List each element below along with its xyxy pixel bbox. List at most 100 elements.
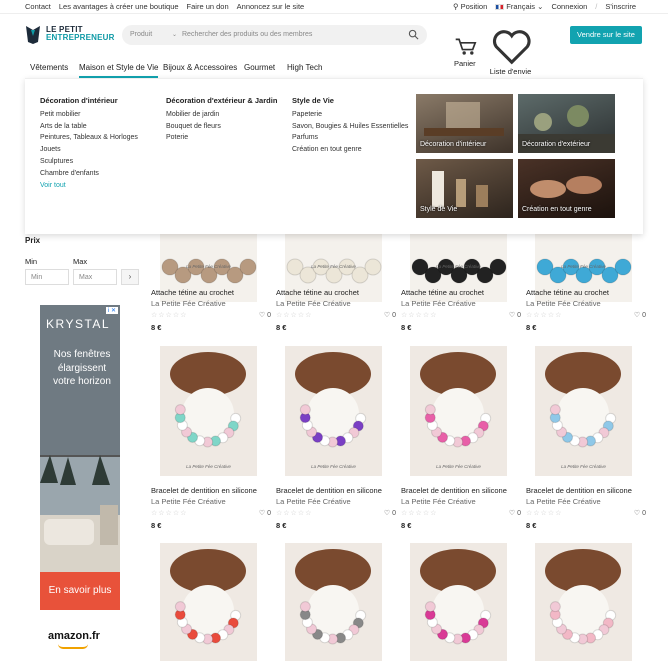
product-title[interactable]: Attache tétine au crochet <box>276 288 359 297</box>
max-price-input[interactable]: Max <box>73 269 117 285</box>
min-price-input[interactable]: Min <box>25 269 69 285</box>
favorite-button[interactable]: ♡ 0 <box>634 509 646 517</box>
apply-filter-button[interactable]: › <box>121 269 139 285</box>
shop-name[interactable]: La Petite Fée Créative <box>401 497 476 506</box>
tile-creation[interactable]: Création en tout genre <box>518 159 615 218</box>
menu-link[interactable]: Parfums <box>292 132 408 144</box>
ad-choices-icon[interactable]: i ✕ <box>105 307 118 314</box>
heart-icon: ♡ <box>383 510 393 517</box>
ad-banner[interactable]: i ✕ KRYSTAL Nos fenêtres élargissent vot… <box>40 305 120 661</box>
page: Contact Les avantages à créer une boutiq… <box>0 0 668 661</box>
separator: / <box>595 2 598 11</box>
ad-amazon-logo: amazon.fr <box>40 610 120 661</box>
site-logo[interactable]: LE PETIT ENTREPRENEUR <box>24 24 115 44</box>
favorite-button[interactable]: ♡ 0 <box>634 311 646 319</box>
menu-link[interactable]: Bouquet de fleurs <box>166 121 277 133</box>
heart-icon: ♡ <box>258 312 268 319</box>
position-link[interactable]: ⚲ Position <box>453 2 487 11</box>
image-watermark: La Petite Fée Créative <box>311 264 356 269</box>
tile-decoration-exterieur[interactable]: Décoration d'extérieur <box>518 94 615 153</box>
menu-link[interactable]: Arts de la table <box>40 121 138 133</box>
menu-column-title: Style de Vie <box>292 96 334 105</box>
like-count: 0 <box>392 510 396 517</box>
login-link[interactable]: Connexion <box>551 2 587 11</box>
menu-link[interactable]: Savon, Bougies & Huiles Essentielles <box>292 121 408 133</box>
favorite-button[interactable]: ♡ 0 <box>509 311 521 319</box>
nav-item-vetements[interactable]: Vêtements <box>30 63 68 72</box>
tile-style-de-vie[interactable]: Style de Vie <box>416 159 513 218</box>
tile-decoration-interieur[interactable]: Décoration d'intérieur <box>416 94 513 153</box>
product-price: 8 € <box>401 521 412 530</box>
product-title[interactable]: Bracelet de dentition en silicone <box>526 486 632 495</box>
nav-item-maison[interactable]: Maison et Style de Vie <box>79 63 159 78</box>
menu-column-title: Décoration d'intérieur <box>40 96 118 105</box>
menu-link[interactable]: Chambre d'enfants <box>40 168 138 180</box>
menu-column-exterieur: Décoration d'extérieur & Jardin Mobilier… <box>166 95 277 144</box>
menu-link[interactable]: Création en tout genre <box>292 144 408 156</box>
product-title[interactable]: Bracelet de dentition en silicone <box>401 486 507 495</box>
shop-name[interactable]: La Petite Fée Créative <box>526 497 601 506</box>
product-price: 8 € <box>151 323 162 332</box>
menu-link[interactable]: Sculptures <box>40 156 138 168</box>
product-image[interactable] <box>410 543 507 661</box>
product-image[interactable]: La Petite Fée Créative <box>160 346 257 476</box>
heart-icon: ♡ <box>258 510 268 517</box>
favorite-button[interactable]: ♡ 0 <box>509 509 521 517</box>
shop-name[interactable]: La Petite Fée Créative <box>526 299 601 308</box>
product-image[interactable]: La Petite Fée Créative <box>410 346 507 476</box>
menu-link[interactable]: Mobilier de jardin <box>166 109 277 121</box>
image-watermark: La Petite Fée Créative <box>561 464 606 469</box>
logo-line-2: ENTREPRENEUR <box>46 33 115 42</box>
contact-link[interactable]: Contact <box>25 2 51 11</box>
shop-name[interactable]: La Petite Fée Créative <box>401 299 476 308</box>
rating-stars: ☆☆☆☆☆ <box>276 510 313 517</box>
amazon-smile-icon <box>58 644 88 649</box>
search-bar: Produit ⌄ Rechercher des produits ou des… <box>122 25 427 45</box>
sell-button[interactable]: Vendre sur le site <box>570 26 642 44</box>
favorite-button[interactable]: ♡ 0 <box>259 311 271 319</box>
donate-link[interactable]: Faire un don <box>187 2 229 11</box>
chevron-down-icon: ⌄ <box>537 2 544 11</box>
search-input[interactable]: Rechercher des produits ou des membres <box>182 31 312 38</box>
shop-name[interactable]: La Petite Fée Créative <box>151 299 226 308</box>
like-count: 0 <box>642 312 646 319</box>
menu-link[interactable]: Peintures, Tableaux & Horloges <box>40 132 138 144</box>
language-select[interactable]: Français ⌄ <box>495 2 543 11</box>
product-photo <box>160 543 257 661</box>
advantages-link[interactable]: Les avantages à créer une boutique <box>59 2 179 11</box>
product-price: 8 € <box>276 521 287 530</box>
ad-cta-button[interactable]: En savoir plus <box>40 572 120 610</box>
nav-item-high-tech[interactable]: High Tech <box>287 63 322 72</box>
shop-name[interactable]: La Petite Fée Créative <box>276 299 351 308</box>
product-image[interactable] <box>285 543 382 661</box>
product-image[interactable] <box>535 543 632 661</box>
menu-link[interactable]: Jouets <box>40 144 138 156</box>
favorite-button[interactable]: ♡ 0 <box>384 311 396 319</box>
product-image[interactable]: La Petite Fée Créative <box>285 346 382 476</box>
header: LE PETIT ENTREPRENEUR Produit ⌄ Recherch… <box>0 16 668 76</box>
nav-item-gourmet[interactable]: Gourmet <box>244 63 275 72</box>
product-photo <box>535 543 632 661</box>
product-image[interactable]: La Petite Fée Créative <box>535 346 632 476</box>
product-title[interactable]: Attache tétine au crochet <box>151 288 234 297</box>
product-title[interactable]: Bracelet de dentition en silicone <box>151 486 257 495</box>
favorite-button[interactable]: ♡ 0 <box>259 509 271 517</box>
product-image[interactable] <box>160 543 257 661</box>
menu-link[interactable]: Petit mobilier <box>40 109 138 121</box>
nav-item-bijoux[interactable]: Bijoux & Accessoires <box>163 63 237 72</box>
shop-name[interactable]: La Petite Fée Créative <box>276 497 351 506</box>
filter-title: Prix <box>25 236 41 245</box>
search-icon[interactable] <box>408 29 419 40</box>
see-all-link[interactable]: Voir tout <box>40 180 138 192</box>
shop-name[interactable]: La Petite Fée Créative <box>151 497 226 506</box>
advertise-link[interactable]: Annoncez sur le site <box>237 2 305 11</box>
favorite-button[interactable]: ♡ 0 <box>384 509 396 517</box>
rating-stars: ☆☆☆☆☆ <box>401 312 438 319</box>
product-title[interactable]: Attache tétine au crochet <box>401 288 484 297</box>
signup-link[interactable]: S'inscrire <box>605 2 636 11</box>
product-title[interactable]: Attache tétine au crochet <box>526 288 609 297</box>
menu-link[interactable]: Poterie <box>166 132 277 144</box>
search-category-select[interactable]: Produit <box>130 31 152 38</box>
menu-link[interactable]: Papeterie <box>292 109 408 121</box>
product-title[interactable]: Bracelet de dentition en silicone <box>276 486 382 495</box>
